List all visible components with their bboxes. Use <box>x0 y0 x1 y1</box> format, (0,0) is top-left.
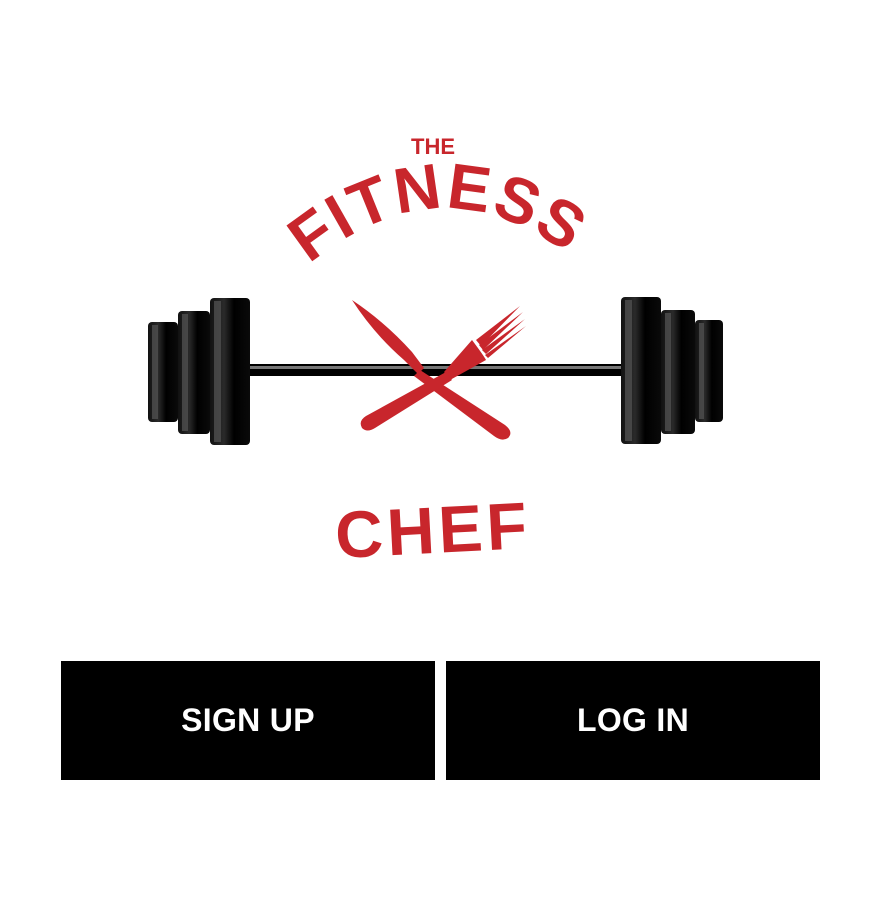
sign-up-button[interactable]: SIGN UP <box>61 661 435 780</box>
logo-text-fitness: FITNESS <box>275 149 600 275</box>
app-logo: THE FITNESS CHEF <box>0 0 881 600</box>
fitness-chef-logo: THE FITNESS CHEF <box>148 134 723 572</box>
logo-text-chef: CHEF <box>333 488 532 572</box>
log-in-button[interactable]: LOG IN <box>446 661 820 780</box>
barbell-icon <box>148 297 723 445</box>
